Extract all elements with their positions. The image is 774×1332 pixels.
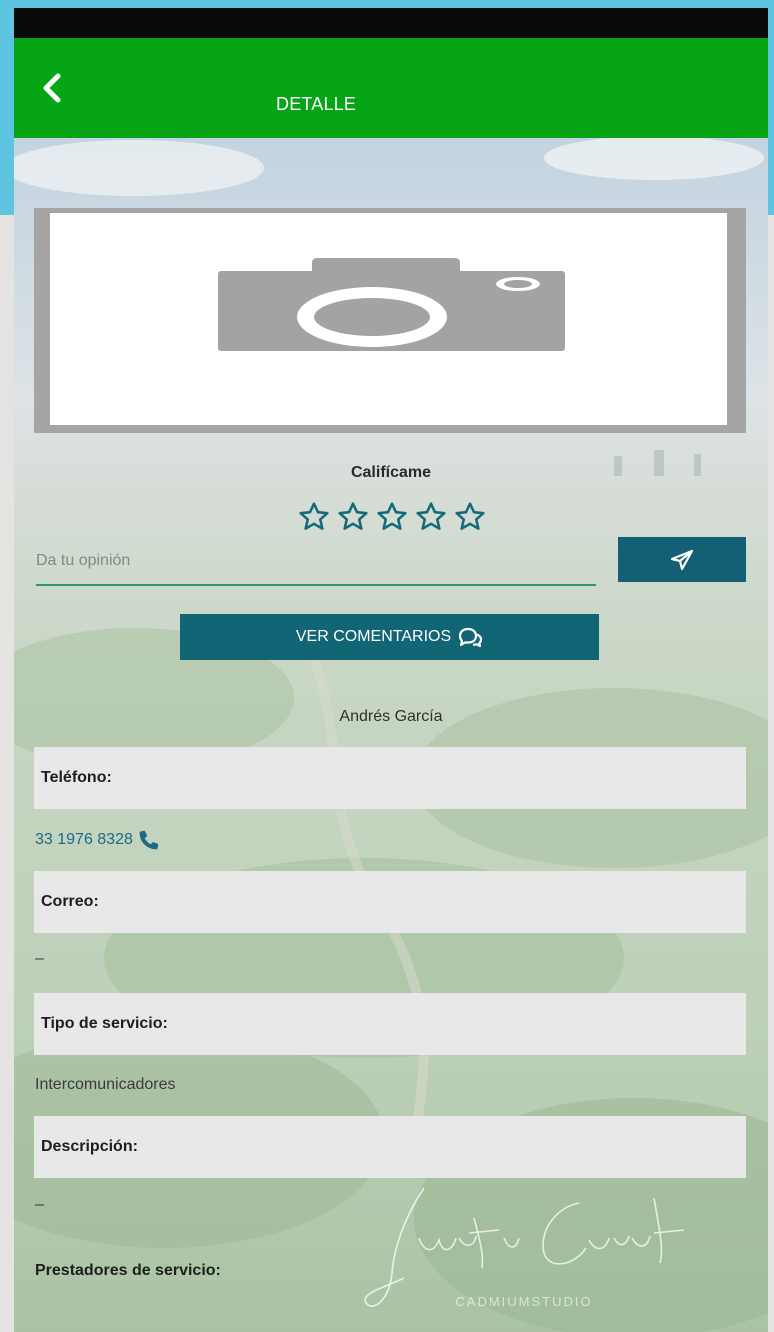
service-providers-label: Prestadores de servicio: bbox=[35, 1262, 221, 1279]
star-icon[interactable] bbox=[297, 500, 331, 534]
page-title: DETALLE bbox=[276, 94, 357, 114]
photo-placeholder bbox=[50, 213, 727, 425]
photo-frame bbox=[34, 208, 746, 433]
star-icon[interactable] bbox=[336, 500, 370, 534]
send-opinion-button[interactable] bbox=[618, 537, 746, 582]
rating-stars bbox=[297, 500, 487, 534]
view-comments-button[interactable]: VER COMENTARIOS bbox=[180, 614, 599, 660]
comments-icon bbox=[459, 627, 483, 647]
status-bar bbox=[14, 8, 768, 38]
view-comments-label: VER COMENTARIOS bbox=[295, 628, 452, 645]
chevron-left-icon bbox=[43, 73, 61, 103]
rating-label: Califícame bbox=[350, 464, 432, 481]
description-value: – bbox=[35, 1196, 44, 1213]
detail-content: Califícame VER COMENTARIOS Andrés García… bbox=[14, 138, 768, 1332]
provider-name: Andrés García bbox=[339, 708, 443, 725]
paper-plane-icon bbox=[670, 549, 694, 570]
phone-screen: DETALLE Califícame Da tu opinión VER COM… bbox=[14, 8, 768, 1332]
svg-text:CADMIUMSTUDIO: CADMIUMSTUDIO bbox=[455, 1294, 592, 1309]
camera-icon bbox=[218, 258, 565, 351]
phone-icon bbox=[139, 830, 159, 850]
app-bar: DETALLE bbox=[14, 38, 768, 138]
star-icon[interactable] bbox=[453, 500, 487, 534]
email-field-label: Correo: bbox=[34, 871, 746, 933]
service-type-value: Intercomunicadores bbox=[35, 1076, 176, 1093]
signature-watermark: CADMIUMSTUDIO bbox=[364, 1187, 685, 1309]
star-icon[interactable] bbox=[375, 500, 409, 534]
phone-field-label: Teléfono: bbox=[34, 747, 746, 809]
phone-number: 33 1976 8328 bbox=[35, 831, 133, 848]
email-value: – bbox=[35, 950, 44, 967]
service-type-field-label: Tipo de servicio: bbox=[34, 993, 746, 1055]
back-button[interactable] bbox=[30, 66, 74, 110]
star-icon[interactable] bbox=[414, 500, 448, 534]
description-field-label: Descripción: bbox=[34, 1116, 746, 1178]
phone-link[interactable]: 33 1976 8328 bbox=[35, 828, 161, 852]
opinion-input[interactable] bbox=[36, 538, 596, 586]
